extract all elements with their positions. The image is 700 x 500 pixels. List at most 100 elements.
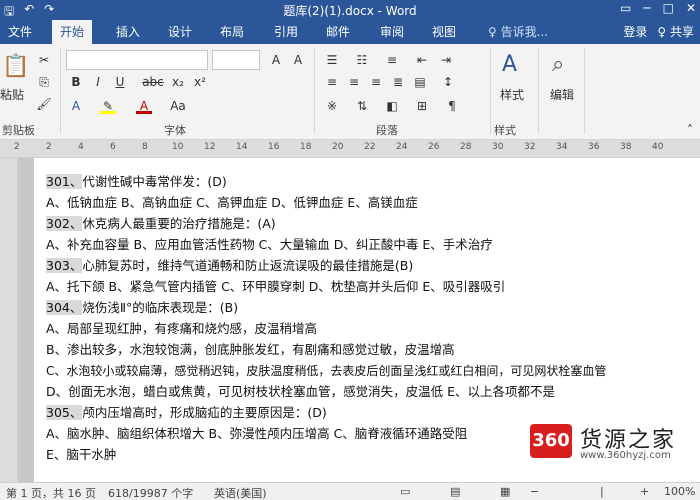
ruler-tick: 6 xyxy=(110,142,116,152)
bold-icon[interactable]: B xyxy=(68,74,84,90)
question-text: 休克病人最重要的治疗措施是：(A) xyxy=(82,216,276,231)
numbering-icon[interactable]: ☷ xyxy=(354,52,370,68)
distributed-icon[interactable]: ▤ xyxy=(412,74,428,90)
doc-line-4: A、补充血容量 B、应用血管活性药物 C、大量输血 D、纠正酸中毒 E、手术治疗 xyxy=(46,237,493,252)
watermark-logo: 360 xyxy=(530,424,572,458)
collapse-ribbon-icon[interactable]: ˄ xyxy=(682,122,698,138)
restore-icon[interactable]: ▭ xyxy=(620,1,631,15)
zoom-level[interactable]: 100% xyxy=(664,485,695,498)
ruler-tick: 38 xyxy=(620,142,632,152)
group-separator xyxy=(538,48,539,134)
zoom-out-icon[interactable]: − xyxy=(530,485,539,498)
font-size-combo[interactable] xyxy=(212,50,260,70)
share-button[interactable]: ♀ 共享 xyxy=(657,20,694,44)
web-layout-icon[interactable]: ▦ xyxy=(500,485,510,498)
ruler-tick: 28 xyxy=(460,142,472,152)
paragraph-group-label: 段落 xyxy=(376,124,398,137)
sort-icon[interactable]: ⇅ xyxy=(354,98,370,114)
align-right-icon[interactable]: ≡ xyxy=(368,74,384,90)
watermark-url: www.360hyzj.com xyxy=(580,450,671,461)
tab-view[interactable]: 视图 xyxy=(424,20,464,44)
strikethrough-icon[interactable]: abc xyxy=(142,74,164,90)
tab-design[interactable]: 设计 xyxy=(160,20,200,44)
group-separator xyxy=(490,48,491,134)
doc-line-14: E、脑干水肿 xyxy=(46,447,117,462)
superscript-icon[interactable]: x² xyxy=(192,74,208,90)
align-left-icon[interactable]: ≡ xyxy=(324,74,340,90)
show-marks-icon[interactable]: ¶ xyxy=(444,98,460,114)
ruler-tick: 10 xyxy=(172,142,184,152)
ruler-tick: 24 xyxy=(396,142,408,152)
highlight-icon[interactable]: ✎ xyxy=(100,98,116,114)
ruler-tick: 32 xyxy=(524,142,536,152)
maximize-icon[interactable]: □ xyxy=(663,1,674,15)
tab-mailings[interactable]: 邮件 xyxy=(318,20,358,44)
group-separator xyxy=(60,48,61,134)
close-icon[interactable]: ✕ xyxy=(686,1,696,15)
ruler-tick: 14 xyxy=(236,142,248,152)
format-painter-icon[interactable]: 🖌 xyxy=(36,96,52,112)
minimize-icon[interactable]: ─ xyxy=(643,1,650,15)
subscript-icon[interactable]: x₂ xyxy=(170,74,186,90)
tab-file[interactable]: 文件 xyxy=(0,20,40,44)
ribbon-tabs: 文件 开始 插入 设计 布局 引用 邮件 审阅 视图 ♀ 告诉我... 登录 ♀… xyxy=(0,20,700,44)
horizontal-ruler[interactable]: 2 2 4 6 8 10 12 14 16 18 20 22 24 26 28 … xyxy=(0,140,700,158)
tell-me-box[interactable]: ♀ 告诉我... xyxy=(488,20,548,44)
multilevel-list-icon[interactable]: ≡ xyxy=(384,52,400,68)
clipboard-group-label: 剪贴板 xyxy=(2,124,35,137)
text-effects-icon[interactable]: A xyxy=(68,98,84,114)
borders-icon[interactable]: ⊞ xyxy=(414,98,430,114)
print-layout-icon[interactable]: ▤ xyxy=(450,485,460,498)
font-name-combo[interactable] xyxy=(66,50,208,70)
word-count[interactable]: 618/19987 个字 xyxy=(108,485,193,500)
ruler-tick: 18 xyxy=(300,142,312,152)
watermark: 360 货源之家 www.360hyzj.com xyxy=(528,420,700,464)
editing-button-label[interactable]: 编辑 xyxy=(550,86,574,103)
tab-references[interactable]: 引用 xyxy=(266,20,306,44)
justify-icon[interactable]: ≣ xyxy=(390,74,406,90)
group-separator xyxy=(584,48,585,134)
vertical-ruler[interactable] xyxy=(0,158,18,482)
paste-icon[interactable]: 📋 xyxy=(2,54,29,79)
chinese-layout-icon[interactable]: ※ xyxy=(324,98,340,114)
paste-button-label[interactable]: 粘贴 xyxy=(0,86,24,103)
styles-group-label: 样式 xyxy=(494,124,516,137)
cut-icon[interactable]: ✂ xyxy=(36,52,52,68)
tab-layout[interactable]: 布局 xyxy=(212,20,252,44)
window-title: 题库(2)(1).docx - Word xyxy=(283,4,417,18)
read-mode-icon[interactable]: ▭ xyxy=(400,485,410,498)
decrease-indent-icon[interactable]: ⇤ xyxy=(414,52,430,68)
font-color-icon[interactable]: A xyxy=(136,98,152,114)
ruler-tick: 30 xyxy=(492,142,504,152)
italic-icon[interactable]: I xyxy=(90,74,106,90)
tab-review[interactable]: 审阅 xyxy=(372,20,412,44)
doc-line-11: D、创面无水泡，蜡白或焦黄，可见树枝状栓塞血管，感觉消失，皮温低 E、以上各项都… xyxy=(46,384,555,399)
shading-icon[interactable]: ◧ xyxy=(384,98,400,114)
question-number: 303、 xyxy=(46,258,83,273)
grow-font-icon[interactable]: A xyxy=(268,52,284,68)
question-text: 代谢性碱中毒常伴发：(D) xyxy=(82,174,227,189)
zoom-slider[interactable]: | xyxy=(600,485,604,498)
find-icon[interactable]: ⌕ xyxy=(552,52,564,77)
ruler-tick: 4 xyxy=(78,142,84,152)
tab-home[interactable]: 开始 xyxy=(52,20,93,44)
increase-indent-icon[interactable]: ⇥ xyxy=(438,52,454,68)
doc-line-6: A、托下颌 B、紧急气管内插管 C、环甲膜穿刺 D、枕垫高并头后仰 E、吸引器吸… xyxy=(46,279,506,294)
styles-button-label[interactable]: 样式 xyxy=(500,86,524,103)
ruler-tick: 34 xyxy=(556,142,568,152)
zoom-in-icon[interactable]: + xyxy=(640,485,649,498)
shrink-font-icon[interactable]: A xyxy=(290,52,306,68)
line-spacing-icon[interactable]: ↕ xyxy=(440,74,456,90)
doc-line-12: 305、颅内压增高时，形成脑疝的主要原因是：(D) xyxy=(46,403,327,423)
language[interactable]: 英语(美国) xyxy=(214,485,267,500)
align-center-icon[interactable]: ≡ xyxy=(346,74,362,90)
ruler-tick: 40 xyxy=(652,142,664,152)
copy-icon[interactable]: ⎘ xyxy=(36,74,52,90)
tab-insert[interactable]: 插入 xyxy=(108,20,148,44)
bullets-icon[interactable]: ☰ xyxy=(324,52,340,68)
styles-icon[interactable]: A xyxy=(502,52,517,77)
page-count[interactable]: 第 1 页，共 16 页 xyxy=(6,485,96,500)
signin-link[interactable]: 登录 xyxy=(623,20,647,44)
char-shading-icon[interactable]: Aa xyxy=(170,98,186,114)
underline-icon[interactable]: U xyxy=(112,74,128,90)
